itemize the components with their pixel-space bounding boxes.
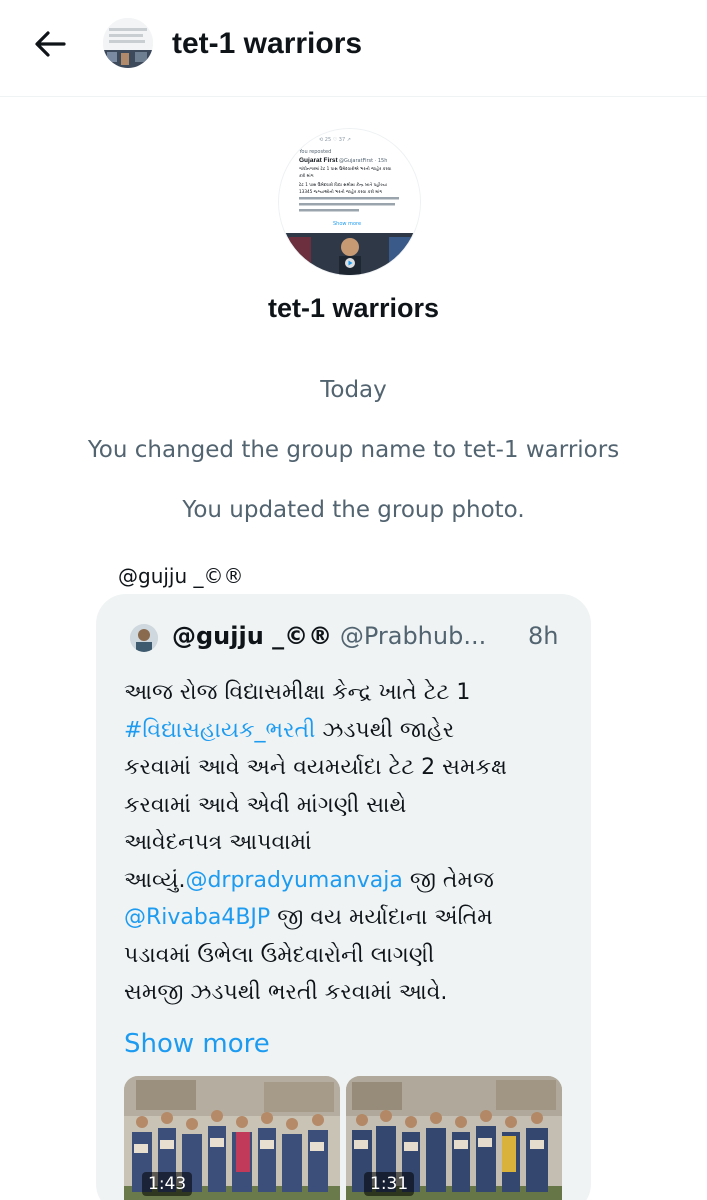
show-more-link[interactable]: Show more	[124, 1026, 270, 1062]
tweet-header: @gujju _©® @Prabhub...	[172, 618, 572, 654]
preview-line-1: ગાંધીનગરમાં ટેટ 1 પાસ ઉમેદવારોએ ભરતી જાહ…	[299, 166, 391, 171]
tweet-author-handle: @Prabhub...	[339, 622, 487, 650]
tweet-text-line: આવેદનપત્ર આપવામાં	[124, 824, 584, 862]
tweet-text-line: આજ રોજ વિદ્યાસમીક્ષા કેન્દ્ર ખાતે ટેટ 1	[124, 674, 584, 712]
tweet-author-avatar[interactable]	[130, 624, 158, 652]
tweet-text-line: કરવામાં આવે એવી માંગણી સાથે	[124, 787, 584, 825]
group-photo[interactable]: ⟲ 25 ♡ 37 ↗ You reposted Gujarat First @…	[278, 128, 421, 276]
tweet-text-segment: કરવામાં આવે એવી માંગણી સાથે	[124, 792, 407, 818]
preview-line-2: કરી માંગ	[299, 173, 314, 178]
chat-header: tet-1 warriors	[0, 0, 707, 92]
tweet-text-segment: જી તેમજ	[402, 867, 494, 893]
video-duration-2: 1:31	[364, 1172, 415, 1196]
preview-stats: ⟲ 25 ♡ 37 ↗	[319, 137, 351, 143]
message-sender: @gujju _©®	[118, 564, 244, 588]
arrow-left-icon	[35, 31, 66, 57]
tweet-text-segment: પડાવમાં ઉભેલા ઉમેદવારોની લાગણી	[124, 942, 435, 968]
mention-link[interactable]: @drpradyumanvaja	[185, 868, 402, 893]
tweet-text-line: #વિદ્યાસહાયક_ભરતી ઝડપથી જાહેર	[124, 712, 584, 750]
group-name: tet-1 warriors	[267, 293, 440, 323]
preview-line-3: ટેટ 1 પાસ ઉમેદવારો વિદ્યા સમીક્ષા કેન્દ્…	[299, 182, 387, 187]
preview-account: Gujarat First	[299, 157, 338, 164]
preview-line-4: 13345 જગ્યાઓની ભરતી જાહેર કરવા કરી માંગ	[299, 189, 382, 194]
group-photo-image: ⟲ 25 ♡ 37 ↗ You reposted Gujarat First @…	[279, 129, 420, 275]
system-message-photo-update: You updated the group photo.	[182, 497, 525, 523]
tweet-text-line: કરવામાં આવે અને વયમર્યાદા ટેટ 2 સમકક્ષ	[124, 749, 584, 787]
hashtag-link[interactable]: #વિદ્યાસહાયક_ભરતી	[124, 718, 315, 743]
tweet-text-segment: કરવામાં આવે અને વયમર્યાદા ટેટ 2 સમકક્ષ	[124, 755, 507, 780]
mention-link[interactable]: @Rivaba4BJP	[124, 905, 270, 930]
tweet-author-name[interactable]: @gujju _©®	[172, 622, 332, 650]
tweet-text: આજ રોજ વિદ્યાસમીક્ષા કેન્દ્ર ખાતે ટેટ 1 #…	[124, 674, 584, 1012]
tweet-text-segment: જી વય મર્યાદાના અંતિમ	[270, 905, 493, 930]
tweet-text-segment: આવ્યું.	[124, 867, 186, 893]
preview-show-more: Show more	[333, 221, 361, 227]
tweet-text-segment: આવેદનપત્ર આપવામાં	[124, 830, 312, 855]
avatar-image	[130, 624, 158, 652]
chat-title: tet-1 warriors	[172, 27, 363, 60]
tweet-text-segment: આજ રોજ વિદ્યાસમીક્ષા કેન્દ્ર ખાતે ટેટ 1	[124, 680, 471, 705]
group-avatar[interactable]	[103, 18, 153, 68]
tweet-text-line: આવ્યું.@drpradyumanvaja જી તેમજ	[124, 862, 584, 900]
tweet-text-line: પડાવમાં ઉભેલા ઉમેદવારોની લાગણી	[124, 937, 584, 975]
date-separator: Today	[320, 377, 387, 403]
system-message-name-change: You changed the group name to tet-1 warr…	[87, 437, 620, 463]
video-thumbnail-2[interactable]: 1:31	[346, 1076, 562, 1200]
tweet-text-segment: સમજી ઝડપથી ભરતી કરવામાં આવે.	[124, 980, 448, 1005]
tweet-text-line: @Rivaba4BJP જી વય મર્યાદાના અંતિમ	[124, 899, 584, 937]
tweet-text-segment: ઝડપથી જાહેર	[315, 717, 455, 743]
video-duration-1: 1:43	[142, 1172, 193, 1196]
shared-tweet-card[interactable]: @gujju _©® @Prabhub... 8h આજ રોજ વિદ્યાસ…	[96, 594, 591, 1200]
preview-handle: @GujaratFirst · 15h	[339, 158, 387, 164]
video-thumbnail-1[interactable]: 1:43	[124, 1076, 340, 1200]
tweet-text-line: સમજી ઝડપથી ભરતી કરવામાં આવે.	[124, 974, 584, 1012]
preview-reposted: You reposted	[298, 149, 331, 155]
header-divider	[0, 96, 707, 97]
group-avatar-image	[103, 18, 153, 68]
tweet-timestamp: 8h	[528, 622, 559, 650]
back-button[interactable]	[30, 24, 70, 64]
